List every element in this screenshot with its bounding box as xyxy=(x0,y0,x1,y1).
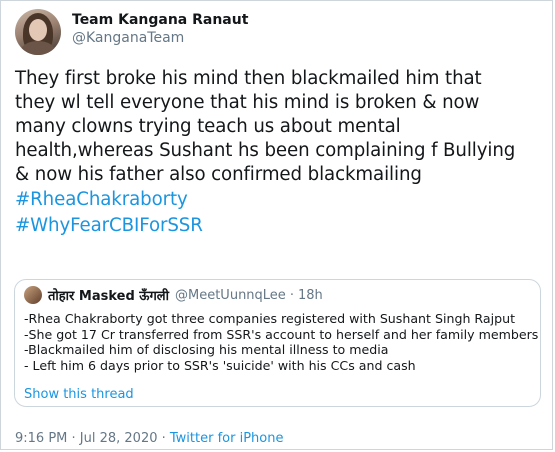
tweet-body: They first broke his mind then blackmail… xyxy=(15,67,550,239)
quoted-line: -Blackmailed him of disclosing his menta… xyxy=(24,342,389,357)
quoted-line: - Left him 6 days prior to SSR's 'suicid… xyxy=(24,357,416,373)
quoted-tweet-time: 18h xyxy=(297,287,323,303)
quoted-line: -She got 17 Cr transferred from SSR's ac… xyxy=(24,326,539,342)
quoted-tweet-body: -Rhea Chakraborty got three companies re… xyxy=(24,311,538,373)
quoted-tweet-header: तोहार Masked ऊँगली @MeetUunnqLee · 18h xyxy=(24,286,323,304)
quoted-author-display-name: तोहार Masked ऊँगली xyxy=(48,289,169,304)
show-thread-link[interactable]: Show this thread xyxy=(24,387,134,402)
tweet-line: health,whereas Sushant hs been complaini… xyxy=(15,140,516,161)
tweet-footer: 9:16 PM · Jul 28, 2020 · Twitter for iPh… xyxy=(15,431,283,446)
quoted-line: -Rhea Chakraborty got three companies re… xyxy=(24,311,516,326)
tweet-card: Team Kangana Ranaut @KanganaTeam They fi… xyxy=(0,0,553,450)
hashtag-link-whyfearcbiforssr[interactable]: #WhyFearCBIForSSR xyxy=(15,213,550,239)
author-display-name[interactable]: Team Kangana Ranaut xyxy=(72,12,248,29)
tweet-line: & now his father also confirmed blackmai… xyxy=(15,164,422,185)
tweet-header: Team Kangana Ranaut @KanganaTeam xyxy=(15,9,248,55)
quoted-tweet[interactable]: तोहार Masked ऊँगली @MeetUunnqLee · 18h -… xyxy=(14,279,541,407)
tweet-line: many clowns trying teach us about mental xyxy=(15,116,401,137)
hashtag-link-rheachakraborty[interactable]: #RheaChakraborty xyxy=(15,187,550,213)
tweet-line: They first broke his mind then blackmail… xyxy=(15,68,482,89)
tweet-timestamp[interactable]: 9:16 PM · Jul 28, 2020 · xyxy=(15,431,170,446)
separator-dot: · xyxy=(289,287,294,303)
author-avatar[interactable] xyxy=(15,9,61,55)
tweet-source-link[interactable]: Twitter for iPhone xyxy=(170,431,284,446)
quoted-author-avatar xyxy=(24,286,42,304)
quoted-author-handle: @MeetUunnqLee xyxy=(175,287,286,303)
author-handle[interactable]: @KanganaTeam xyxy=(72,29,248,48)
tweet-line: they wl tell everyone that his mind is b… xyxy=(15,92,480,113)
author-names: Team Kangana Ranaut @KanganaTeam xyxy=(72,12,248,48)
